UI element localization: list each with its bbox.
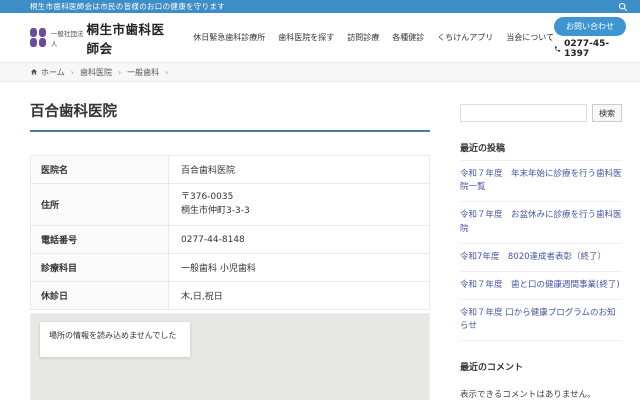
breadcrumb-separator: › bbox=[165, 68, 168, 77]
topbar: 桐生市歯科医師会は市民の皆様のお口の健康を守ります bbox=[0, 0, 640, 13]
table-row: 医院名 百合歯科医院 bbox=[31, 156, 430, 184]
recent-posts-heading: 最近の投稿 bbox=[460, 141, 622, 161]
table-row: 休診日 木,日,祝日 bbox=[31, 282, 430, 310]
search-submit-button[interactable]: 検索 bbox=[592, 104, 622, 122]
org-type-label: 一般社団法人 bbox=[51, 28, 84, 48]
breadcrumb-separator: › bbox=[71, 68, 74, 77]
site-slogan: 桐生市歯科医師会は市民の皆様のお口の健康を守ります bbox=[30, 1, 225, 12]
clinic-info-table: 医院名 百合歯科医院 住所 〒376-0035 桐生市仲町3-3-3 電話番号 … bbox=[30, 155, 430, 310]
row-value: 0277-44-8148 bbox=[169, 226, 430, 254]
row-label: 診療科目 bbox=[31, 254, 169, 282]
breadcrumb-home[interactable]: ホーム bbox=[30, 67, 65, 78]
search-icon[interactable] bbox=[616, 1, 630, 12]
phone-icon bbox=[554, 45, 561, 53]
post-link[interactable]: 令和７年度 歯と口の健康週間事業(終了) bbox=[460, 279, 622, 292]
page-title: 百合歯科医院 bbox=[30, 100, 430, 132]
row-value: 百合歯科医院 bbox=[169, 156, 430, 184]
breadcrumb-separator: › bbox=[118, 68, 121, 77]
sidebar: 検索 最近の投稿 令和７年度 年末年始に診療を行う歯科医院一覧 令和７年度 お盆… bbox=[460, 100, 622, 400]
main-area: 百合歯科医院 医院名 百合歯科医院 住所 〒376-0035 桐生市仲町3-3-… bbox=[0, 82, 640, 400]
contact-button[interactable]: お問い合わせ bbox=[554, 17, 626, 36]
list-item: 令和7年度 8020達成者表彰（終了） bbox=[460, 244, 622, 272]
row-label: 休診日 bbox=[31, 282, 169, 310]
row-label: 電話番号 bbox=[31, 226, 169, 254]
nav-item-visiting-care[interactable]: 訪問診療 bbox=[347, 32, 379, 43]
nav-item-kuchiken-app[interactable]: くちけんアプリ bbox=[437, 32, 493, 43]
table-row: 電話番号 0277-44-8148 bbox=[31, 226, 430, 254]
list-item: 令和７年度 歯と口の健康週間事業(終了) bbox=[460, 272, 622, 300]
post-link[interactable]: 令和7年度 8020達成者表彰（終了） bbox=[460, 251, 622, 264]
nav-item-about[interactable]: 当会について bbox=[506, 32, 554, 43]
nav-item-find-clinic[interactable]: 歯科医院を探す bbox=[278, 32, 334, 43]
recent-comments-heading: 最近のコメント bbox=[460, 360, 622, 379]
breadcrumb: ホーム › 歯科医院 › 一般歯科 › bbox=[0, 62, 640, 82]
map-error-message: 場所の情報を読み込めませんでした bbox=[40, 322, 190, 357]
table-row: 診療科目 一般歯科 小児歯科 bbox=[31, 254, 430, 282]
nav-item-emergency-clinic[interactable]: 休日緊急歯科診療所 bbox=[193, 32, 265, 43]
row-value: 〒376-0035 桐生市仲町3-3-3 bbox=[169, 184, 430, 226]
row-label: 住所 bbox=[31, 184, 169, 226]
post-link[interactable]: 令和７年度 お盆休みに診療を行う歯科医院 bbox=[460, 209, 622, 235]
no-comments-text: 表示できるコメントはありません。 bbox=[460, 388, 622, 400]
site-header: 一般社団法人 桐生市歯科医師会 休日緊急歯科診療所 歯科医院を探す 訪問診療 各… bbox=[0, 13, 640, 62]
row-label: 医院名 bbox=[31, 156, 169, 184]
search-input[interactable] bbox=[460, 104, 587, 122]
row-value: 一般歯科 小児歯科 bbox=[169, 254, 430, 282]
breadcrumb-dental-clinics[interactable]: 歯科医院 bbox=[80, 67, 112, 78]
sidebar-search: 検索 bbox=[460, 104, 622, 122]
home-icon bbox=[30, 68, 38, 76]
post-link[interactable]: 令和７年度 口から健康プログラムのお知らせ bbox=[460, 307, 622, 333]
phone-number: 0277-45-1397 bbox=[554, 39, 626, 59]
page: 桐生市歯科医師会は市民の皆様のお口の健康を守ります 一般社団法人 桐生市歯科医師… bbox=[0, 0, 640, 400]
row-value: 木,日,祝日 bbox=[169, 282, 430, 310]
list-item: 令和７年度 お盆休みに診療を行う歯科医院 bbox=[460, 202, 622, 243]
site-logo[interactable]: 一般社団法人 桐生市歯科医師会 bbox=[30, 19, 173, 57]
recent-posts-list: 令和７年度 年末年始に診療を行う歯科医院一覧 令和７年度 お盆休みに診療を行う歯… bbox=[460, 161, 622, 341]
list-item: 令和７年度 年末年始に診療を行う歯科医院一覧 bbox=[460, 161, 622, 202]
nav-item-checkups[interactable]: 各種健診 bbox=[392, 32, 424, 43]
org-name: 桐生市歯科医師会 bbox=[86, 19, 173, 57]
post-link[interactable]: 令和７年度 年末年始に診療を行う歯科医院一覧 bbox=[460, 168, 622, 194]
breadcrumb-general-dentistry[interactable]: 一般歯科 bbox=[127, 67, 159, 78]
clinic-detail: 百合歯科医院 医院名 百合歯科医院 住所 〒376-0035 桐生市仲町3-3-… bbox=[30, 100, 430, 400]
main-nav: 休日緊急歯科診療所 歯科医院を探す 訪問診療 各種健診 くちけんアプリ 当会につ… bbox=[193, 32, 554, 43]
map-embed[interactable]: 場所の情報を読み込めませんでした bbox=[30, 313, 430, 400]
logo-clover-icon bbox=[30, 28, 46, 47]
list-item: 令和７年度 口から健康プログラムのお知らせ bbox=[460, 300, 622, 341]
table-row: 住所 〒376-0035 桐生市仲町3-3-3 bbox=[31, 184, 430, 226]
